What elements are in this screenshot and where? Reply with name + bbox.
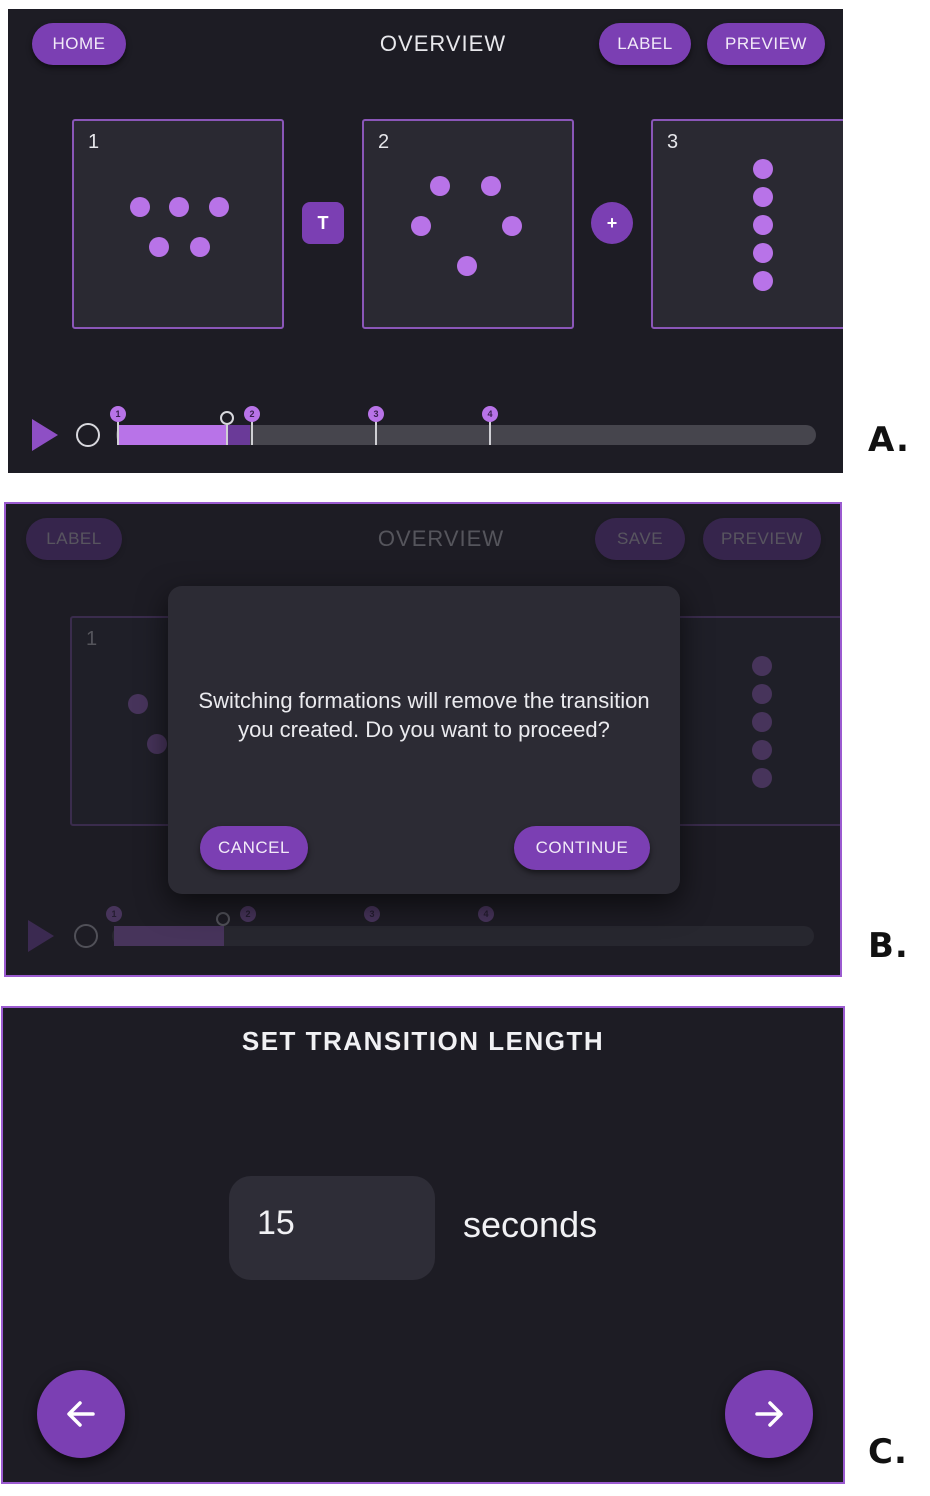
back-button[interactable]	[37, 1370, 125, 1458]
timeline-marker-1[interactable]: 1	[110, 406, 126, 422]
dancer-dot	[752, 740, 772, 760]
arrow-left-icon	[67, 1401, 95, 1427]
dancer-dot[interactable]	[457, 256, 477, 276]
dancer-dot[interactable]	[753, 243, 773, 263]
confirm-dialog-screen: LABEL OVERVIEW SAVE PREVIEW 1 1 2 3 4 Sw…	[4, 502, 842, 977]
marker-stem	[226, 425, 228, 445]
dancer-dot[interactable]	[481, 176, 501, 196]
overview-screen: HOME OVERVIEW LABEL PREVIEW 1 T 2 + 3 1	[8, 9, 843, 473]
transition-segment[interactable]	[228, 425, 250, 445]
confirm-dialog: Switching formations will remove the tra…	[168, 586, 680, 894]
transition-handle	[216, 912, 230, 926]
marker-stem	[117, 419, 119, 445]
dancer-dot[interactable]	[190, 237, 210, 257]
transition-length-screen: SET TRANSITION LENGTH 15 seconds	[1, 1006, 845, 1484]
dancer-dot[interactable]	[430, 176, 450, 196]
add-transition-button[interactable]: +	[591, 202, 633, 244]
continue-button[interactable]: CONTINUE	[514, 826, 650, 870]
transition-handle[interactable]	[220, 411, 234, 425]
cancel-button[interactable]: CANCEL	[200, 826, 308, 870]
arrow-right-icon	[755, 1401, 783, 1427]
dancer-dot[interactable]	[753, 159, 773, 179]
transition-button[interactable]: T	[302, 202, 344, 244]
dancer-dot[interactable]	[753, 271, 773, 291]
marker-stem	[251, 419, 253, 445]
formation-card-3[interactable]: 3	[651, 119, 843, 329]
panel-label-b: B.	[868, 926, 909, 966]
dancer-dot	[752, 656, 772, 676]
formation-segment	[114, 926, 224, 946]
panel-label-c: C.	[868, 1432, 908, 1472]
formation-card-2[interactable]: 2	[362, 119, 574, 329]
home-button[interactable]: HOME	[32, 23, 126, 65]
play-icon[interactable]	[32, 419, 58, 451]
marker-stem	[489, 419, 491, 445]
formation-number: 1	[86, 628, 98, 650]
dancer-dot	[147, 734, 167, 754]
formation-number: 2	[378, 131, 390, 153]
page-title: OVERVIEW	[377, 526, 505, 551]
timeline-marker-3[interactable]: 3	[368, 406, 384, 422]
dancer-dot	[752, 684, 772, 704]
timeline-marker-4: 4	[478, 906, 494, 922]
unit-label: seconds	[463, 1204, 598, 1245]
dancer-dot[interactable]	[502, 216, 522, 236]
panel-label-a: A.	[868, 420, 910, 460]
timeline-marker-2[interactable]: 2	[244, 406, 260, 422]
formation-number: 3	[667, 131, 679, 153]
dancer-dot	[128, 694, 148, 714]
dancer-dot[interactable]	[411, 216, 431, 236]
preview-button[interactable]: PREVIEW	[707, 23, 825, 65]
dancer-dot[interactable]	[130, 197, 150, 217]
timeline-marker-2: 2	[240, 906, 256, 922]
formation-segment[interactable]	[118, 425, 228, 445]
label-button[interactable]: LABEL	[599, 23, 691, 65]
next-button[interactable]	[725, 1370, 813, 1458]
page-title: OVERVIEW	[379, 31, 507, 56]
dancer-dot[interactable]	[753, 215, 773, 235]
dancer-dot	[752, 712, 772, 732]
dancer-dot[interactable]	[149, 237, 169, 257]
timeline-marker-3: 3	[364, 906, 380, 922]
preview-button: PREVIEW	[703, 518, 821, 560]
timeline-marker-4[interactable]: 4	[482, 406, 498, 422]
play-icon	[28, 920, 54, 952]
playhead	[74, 924, 98, 948]
timeline-marker-1: 1	[106, 906, 122, 922]
transition-length-input[interactable]: 15	[229, 1176, 435, 1280]
save-button: SAVE	[595, 518, 685, 560]
formation-card-1[interactable]: 1	[72, 119, 284, 329]
playhead[interactable]	[76, 423, 100, 447]
dancer-dot[interactable]	[753, 187, 773, 207]
marker-stem	[375, 419, 377, 445]
dancer-dot	[752, 768, 772, 788]
page-title: SET TRANSITION LENGTH	[241, 1026, 605, 1056]
label-button: LABEL	[26, 518, 122, 560]
dialog-message: Switching formations will remove the tra…	[198, 688, 650, 742]
formation-number: 1	[88, 131, 100, 153]
dancer-dot[interactable]	[169, 197, 189, 217]
dancer-dot[interactable]	[209, 197, 229, 217]
